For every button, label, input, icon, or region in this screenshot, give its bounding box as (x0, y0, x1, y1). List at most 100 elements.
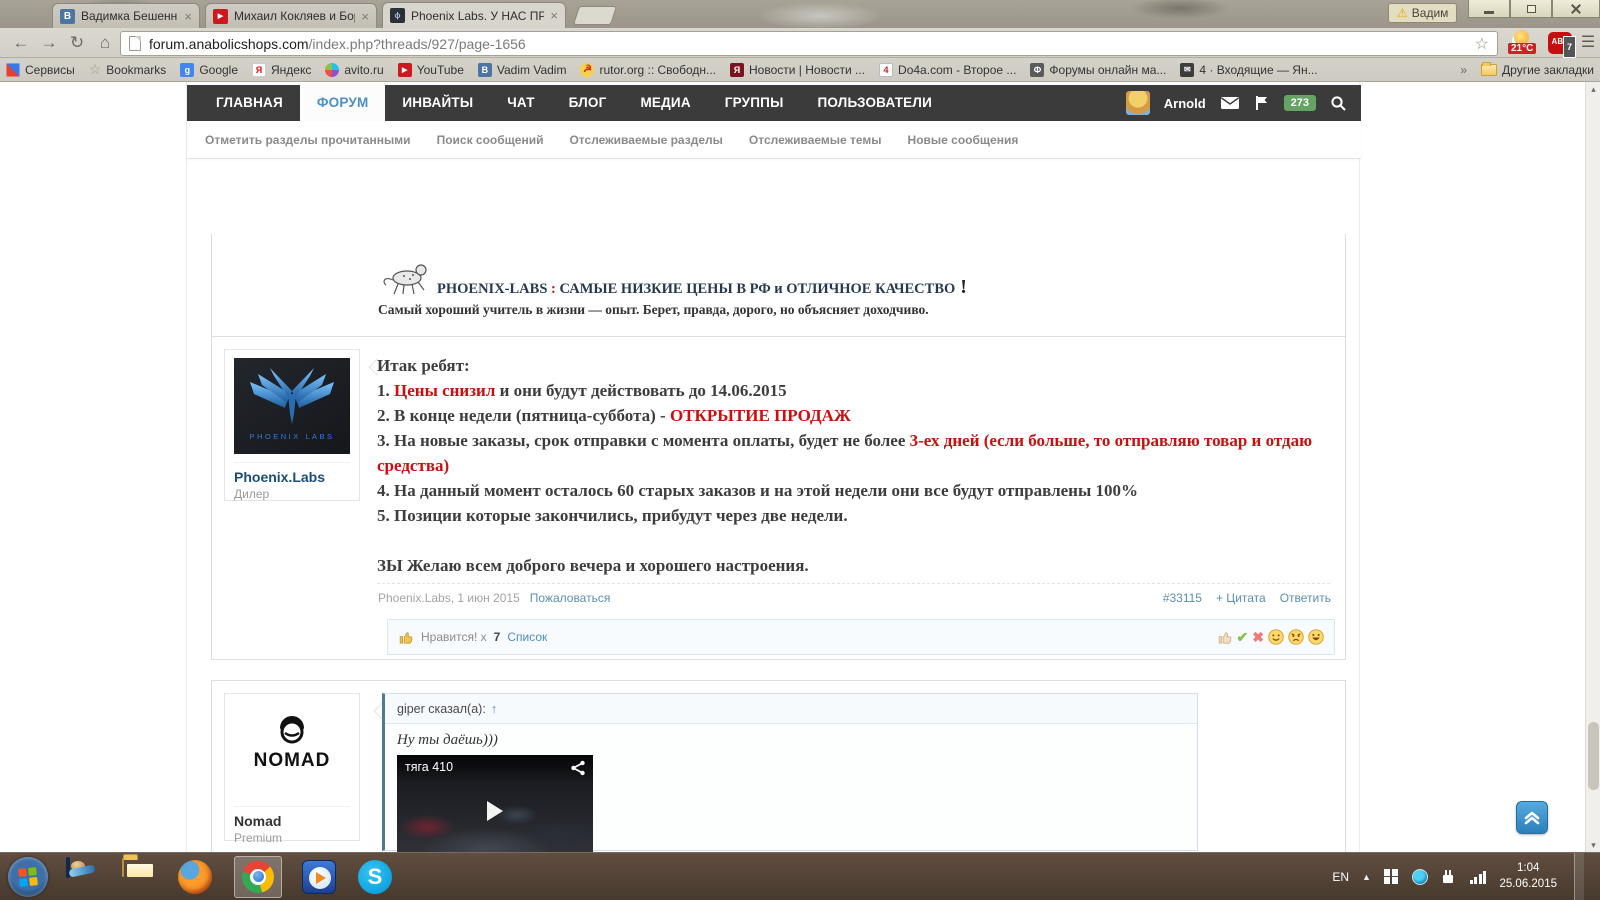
search-icon[interactable] (1330, 95, 1347, 112)
home-button[interactable]: ⌂ (92, 31, 118, 55)
message-line: 3. На новые заказы, срок отправки с моме… (377, 428, 1330, 478)
browser-tab-2[interactable]: ▶ Михаил Кокляев и Борис × (205, 3, 377, 28)
show-desktop-button[interactable] (1574, 853, 1584, 900)
alerts-flag-icon[interactable] (1254, 95, 1270, 111)
bookmark-services[interactable]: Сервисы (6, 63, 75, 77)
bookmark-rutor[interactable]: ☭rutor.org :: Свободн... (580, 63, 716, 77)
message-line: 1. Цены снизил и они будут действовать д… (377, 378, 1330, 403)
windows-tray-icon[interactable] (1384, 869, 1399, 884)
bookmark-google[interactable]: gGoogle (180, 63, 238, 77)
avatar[interactable]: NOMAD (234, 702, 350, 798)
chrome-menu-icon[interactable]: ☰ (1578, 31, 1598, 55)
inbox-envelope-icon[interactable] (1220, 96, 1240, 110)
nav-home[interactable]: ГЛАВНАЯ (199, 85, 300, 121)
close-button[interactable] (1552, 0, 1600, 18)
scroll-to-top-button[interactable] (1516, 801, 1548, 834)
bookmark-bookmarks[interactable]: ☆Bookmarks (89, 61, 167, 78)
bookmark-vk[interactable]: BVadim Vadim (478, 63, 567, 77)
bookmark-do4a[interactable]: 4Do4a.com - Второе ... (879, 63, 1016, 77)
adblock-extension-icon[interactable]: ABP 7 (1548, 32, 1572, 54)
quote-link[interactable]: + Цитата (1216, 591, 1266, 605)
tab-title: Phoenix Labs. У НАС ПРО (411, 9, 544, 23)
quote-header[interactable]: giper сказал(а): ↑ (385, 694, 1197, 724)
nav-forum-active[interactable]: ФОРУМ (300, 85, 386, 121)
nav-groups[interactable]: ГРУППЫ (708, 85, 801, 121)
new-tab-button[interactable] (573, 6, 617, 25)
subnav-new-posts[interactable]: Новые сообщения (908, 133, 1019, 147)
bookmarks-overflow-icon[interactable]: » (1460, 63, 1467, 77)
bookmark-youtube[interactable]: ▶YouTube (398, 63, 464, 77)
scrollbar-thumb[interactable] (1588, 722, 1599, 790)
bookmark-star-icon[interactable]: ☆ (1475, 34, 1489, 54)
tray-expand-icon[interactable]: ▲ (1362, 872, 1371, 882)
taskbar-firefox-icon[interactable] (178, 859, 214, 895)
taskbar-explorer-icon[interactable] (122, 859, 158, 895)
scrollbar-up-arrow[interactable]: ▴ (1586, 82, 1600, 96)
bookmark-forums[interactable]: ФФорумы онлайн ма... (1030, 63, 1166, 77)
browser-tab-active[interactable]: ϕ Phoenix Labs. У НАС ПРО × (382, 2, 566, 28)
subnav-watched-forums[interactable]: Отслеживаемые разделы (569, 133, 722, 147)
reply-link[interactable]: Ответить (1280, 591, 1331, 605)
other-bookmarks-folder[interactable]: Другие закладки (1481, 63, 1594, 77)
tab-close-icon[interactable]: × (184, 10, 192, 23)
scrollbar-down-arrow[interactable]: ▾ (1586, 838, 1600, 852)
avatar[interactable]: PHOENIX LABS (234, 358, 350, 454)
nav-media[interactable]: МЕДИА (623, 85, 707, 121)
taskbar-skype-icon[interactable]: S (358, 859, 394, 895)
back-button[interactable]: ← (8, 31, 34, 55)
browser-tab-1[interactable]: В Вадимка Бешенный × (52, 3, 200, 28)
weather-extension-icon[interactable]: 21°C (1506, 30, 1542, 57)
reload-button[interactable]: ↻ (64, 31, 90, 55)
thumbs-up-icon[interactable] (1217, 629, 1233, 645)
star-icon: ☆ (89, 61, 102, 78)
tab-title: Вадимка Бешенный (81, 9, 178, 23)
report-link[interactable]: Пожаловаться (530, 591, 611, 605)
start-button[interactable] (8, 857, 48, 897)
address-bar[interactable]: forum.anabolicshops.com/index.php?thread… (120, 31, 1498, 56)
taskbar-remote-desktop-icon[interactable] (66, 859, 102, 895)
post-username[interactable]: Phoenix.Labs (234, 462, 350, 485)
disagree-cross-icon[interactable]: ✖ (1252, 629, 1264, 646)
taskbar-media-player-icon[interactable] (302, 859, 338, 895)
restore-button[interactable] (1510, 0, 1552, 18)
bookmark-yandex[interactable]: ЯЯндекс (252, 63, 311, 77)
angry-face-icon[interactable] (1288, 629, 1304, 645)
laugh-face-icon[interactable] (1308, 629, 1324, 645)
logged-in-username[interactable]: Arnold (1164, 96, 1206, 111)
smile-face-icon[interactable] (1268, 629, 1284, 645)
likes-list-link[interactable]: Список (507, 630, 547, 644)
nav-users[interactable]: ПОЛЬЗОВАТЕЛИ (801, 85, 949, 121)
forward-button[interactable]: → (36, 31, 62, 55)
clock[interactable]: 1:04 25.06.2015 (1499, 861, 1557, 892)
share-icon[interactable] (570, 760, 586, 776)
skype-tray-icon[interactable] (1412, 869, 1428, 885)
forum-post-33115: PHOENIX LABS Phoenix.Labs Дилер Итак реб… (211, 336, 1346, 660)
minimize-button[interactable] (1468, 0, 1510, 18)
subnav-watched-threads[interactable]: Отслеживаемые темы (749, 133, 882, 147)
nav-invites[interactable]: ИНВАЙТЫ (385, 85, 490, 121)
bookmark-avito[interactable]: avito.ru (325, 63, 383, 77)
nav-blog[interactable]: БЛОГ (552, 85, 624, 121)
post-id-link[interactable]: #33115 (1163, 591, 1202, 605)
network-signal-icon[interactable] (1470, 870, 1487, 884)
video-embed[interactable]: тяга 410 (397, 755, 593, 852)
subnav-search-posts[interactable]: Поиск сообщений (437, 133, 544, 147)
bookmark-mail[interactable]: ✉4 · Входящие — Ян... (1180, 63, 1317, 77)
quote-jump-arrow[interactable]: ↑ (491, 702, 497, 716)
post-username[interactable]: Nomad (234, 806, 350, 829)
tab-close-icon[interactable]: × (361, 10, 369, 23)
avatar[interactable] (1126, 91, 1150, 115)
taskbar-chrome-icon-active[interactable] (234, 856, 282, 898)
tab-close-icon[interactable]: × (550, 9, 558, 22)
bookmark-news[interactable]: ЯНовости | Новости ... (730, 63, 865, 77)
page-scrollbar[interactable]: ▴ ▾ (1585, 82, 1600, 852)
language-indicator[interactable]: EN (1332, 870, 1349, 884)
nav-chat[interactable]: ЧАТ (490, 85, 551, 121)
play-button[interactable] (487, 801, 503, 821)
power-plug-icon[interactable] (1441, 869, 1457, 885)
alerts-count-badge[interactable]: 273 (1284, 95, 1316, 111)
profile-chip[interactable]: ⚠ Вадим (1388, 3, 1457, 23)
subnav-mark-read[interactable]: Отметить разделы прочитанными (205, 133, 411, 147)
agree-check-icon[interactable]: ✔ (1237, 629, 1249, 646)
video-title[interactable]: тяга 410 (397, 755, 593, 783)
